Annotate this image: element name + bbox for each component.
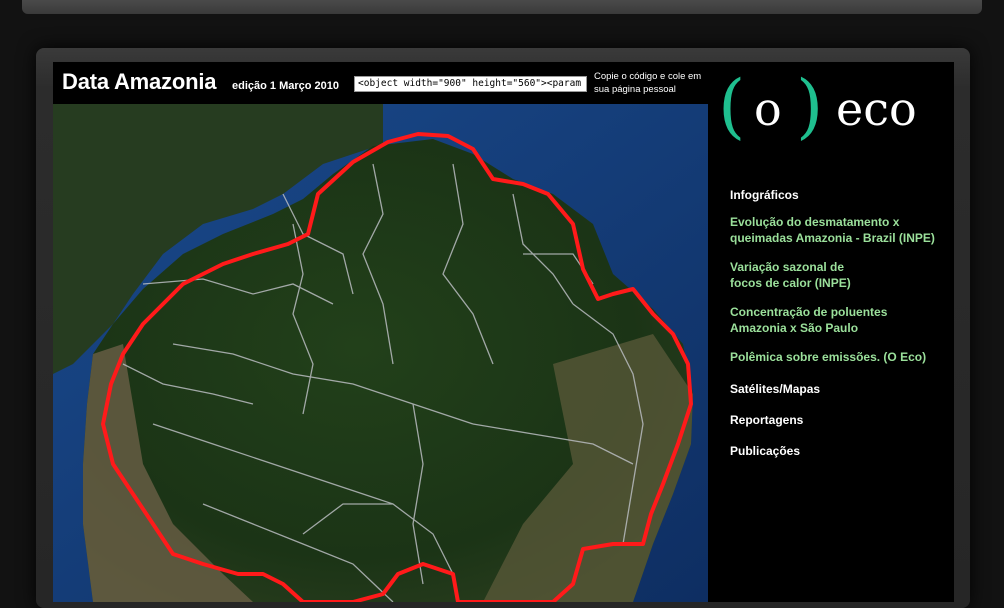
map-svg: [53, 104, 708, 602]
nav-infographics[interactable]: Infográficos: [730, 188, 952, 202]
logo-word: eco: [836, 82, 917, 136]
logo-close-paren: ): [796, 70, 823, 146]
nav-link-pollutants[interactable]: Concentração de poluentes Amazonia x São…: [730, 304, 952, 336]
nav-link-emissions[interactable]: Polêmica sobre emissões. (O Eco): [730, 349, 952, 365]
o-eco-logo[interactable]: ( o ) eco: [718, 70, 943, 146]
logo-letter: o: [754, 82, 782, 136]
logo-open-paren: (: [718, 70, 745, 146]
top-bar: [22, 0, 982, 14]
nav-link-deforestation[interactable]: Evolução do desmatamento x queimadas Ama…: [730, 214, 952, 246]
embed-hint: Copie o código e cole em sua página pess…: [594, 71, 702, 95]
sidebar-nav: Infográficos Evolução do desmatamento x …: [730, 188, 952, 475]
embed-code-field[interactable]: <object width="900" height="560"><param …: [354, 76, 587, 92]
app-title: Data Amazonia: [62, 69, 217, 94]
data-amazonia-app: Data Amazonia edição 1 Março 2010 <objec…: [53, 62, 954, 602]
nav-publicacoes[interactable]: Publicações: [730, 444, 952, 458]
logo-svg: ( o ) eco: [718, 70, 917, 146]
header-bar: Data Amazonia edição 1 Março 2010 <objec…: [53, 62, 708, 104]
nav-reportagens[interactable]: Reportagens: [730, 413, 952, 427]
nav-link-heat-spots[interactable]: Variação sazonal de focos de calor (INPE…: [730, 259, 952, 291]
edition-label: edição 1 Março 2010: [232, 80, 340, 92]
nav-satellites-maps[interactable]: Satélites/Mapas: [730, 382, 952, 396]
amazon-satellite-map[interactable]: [53, 104, 708, 602]
